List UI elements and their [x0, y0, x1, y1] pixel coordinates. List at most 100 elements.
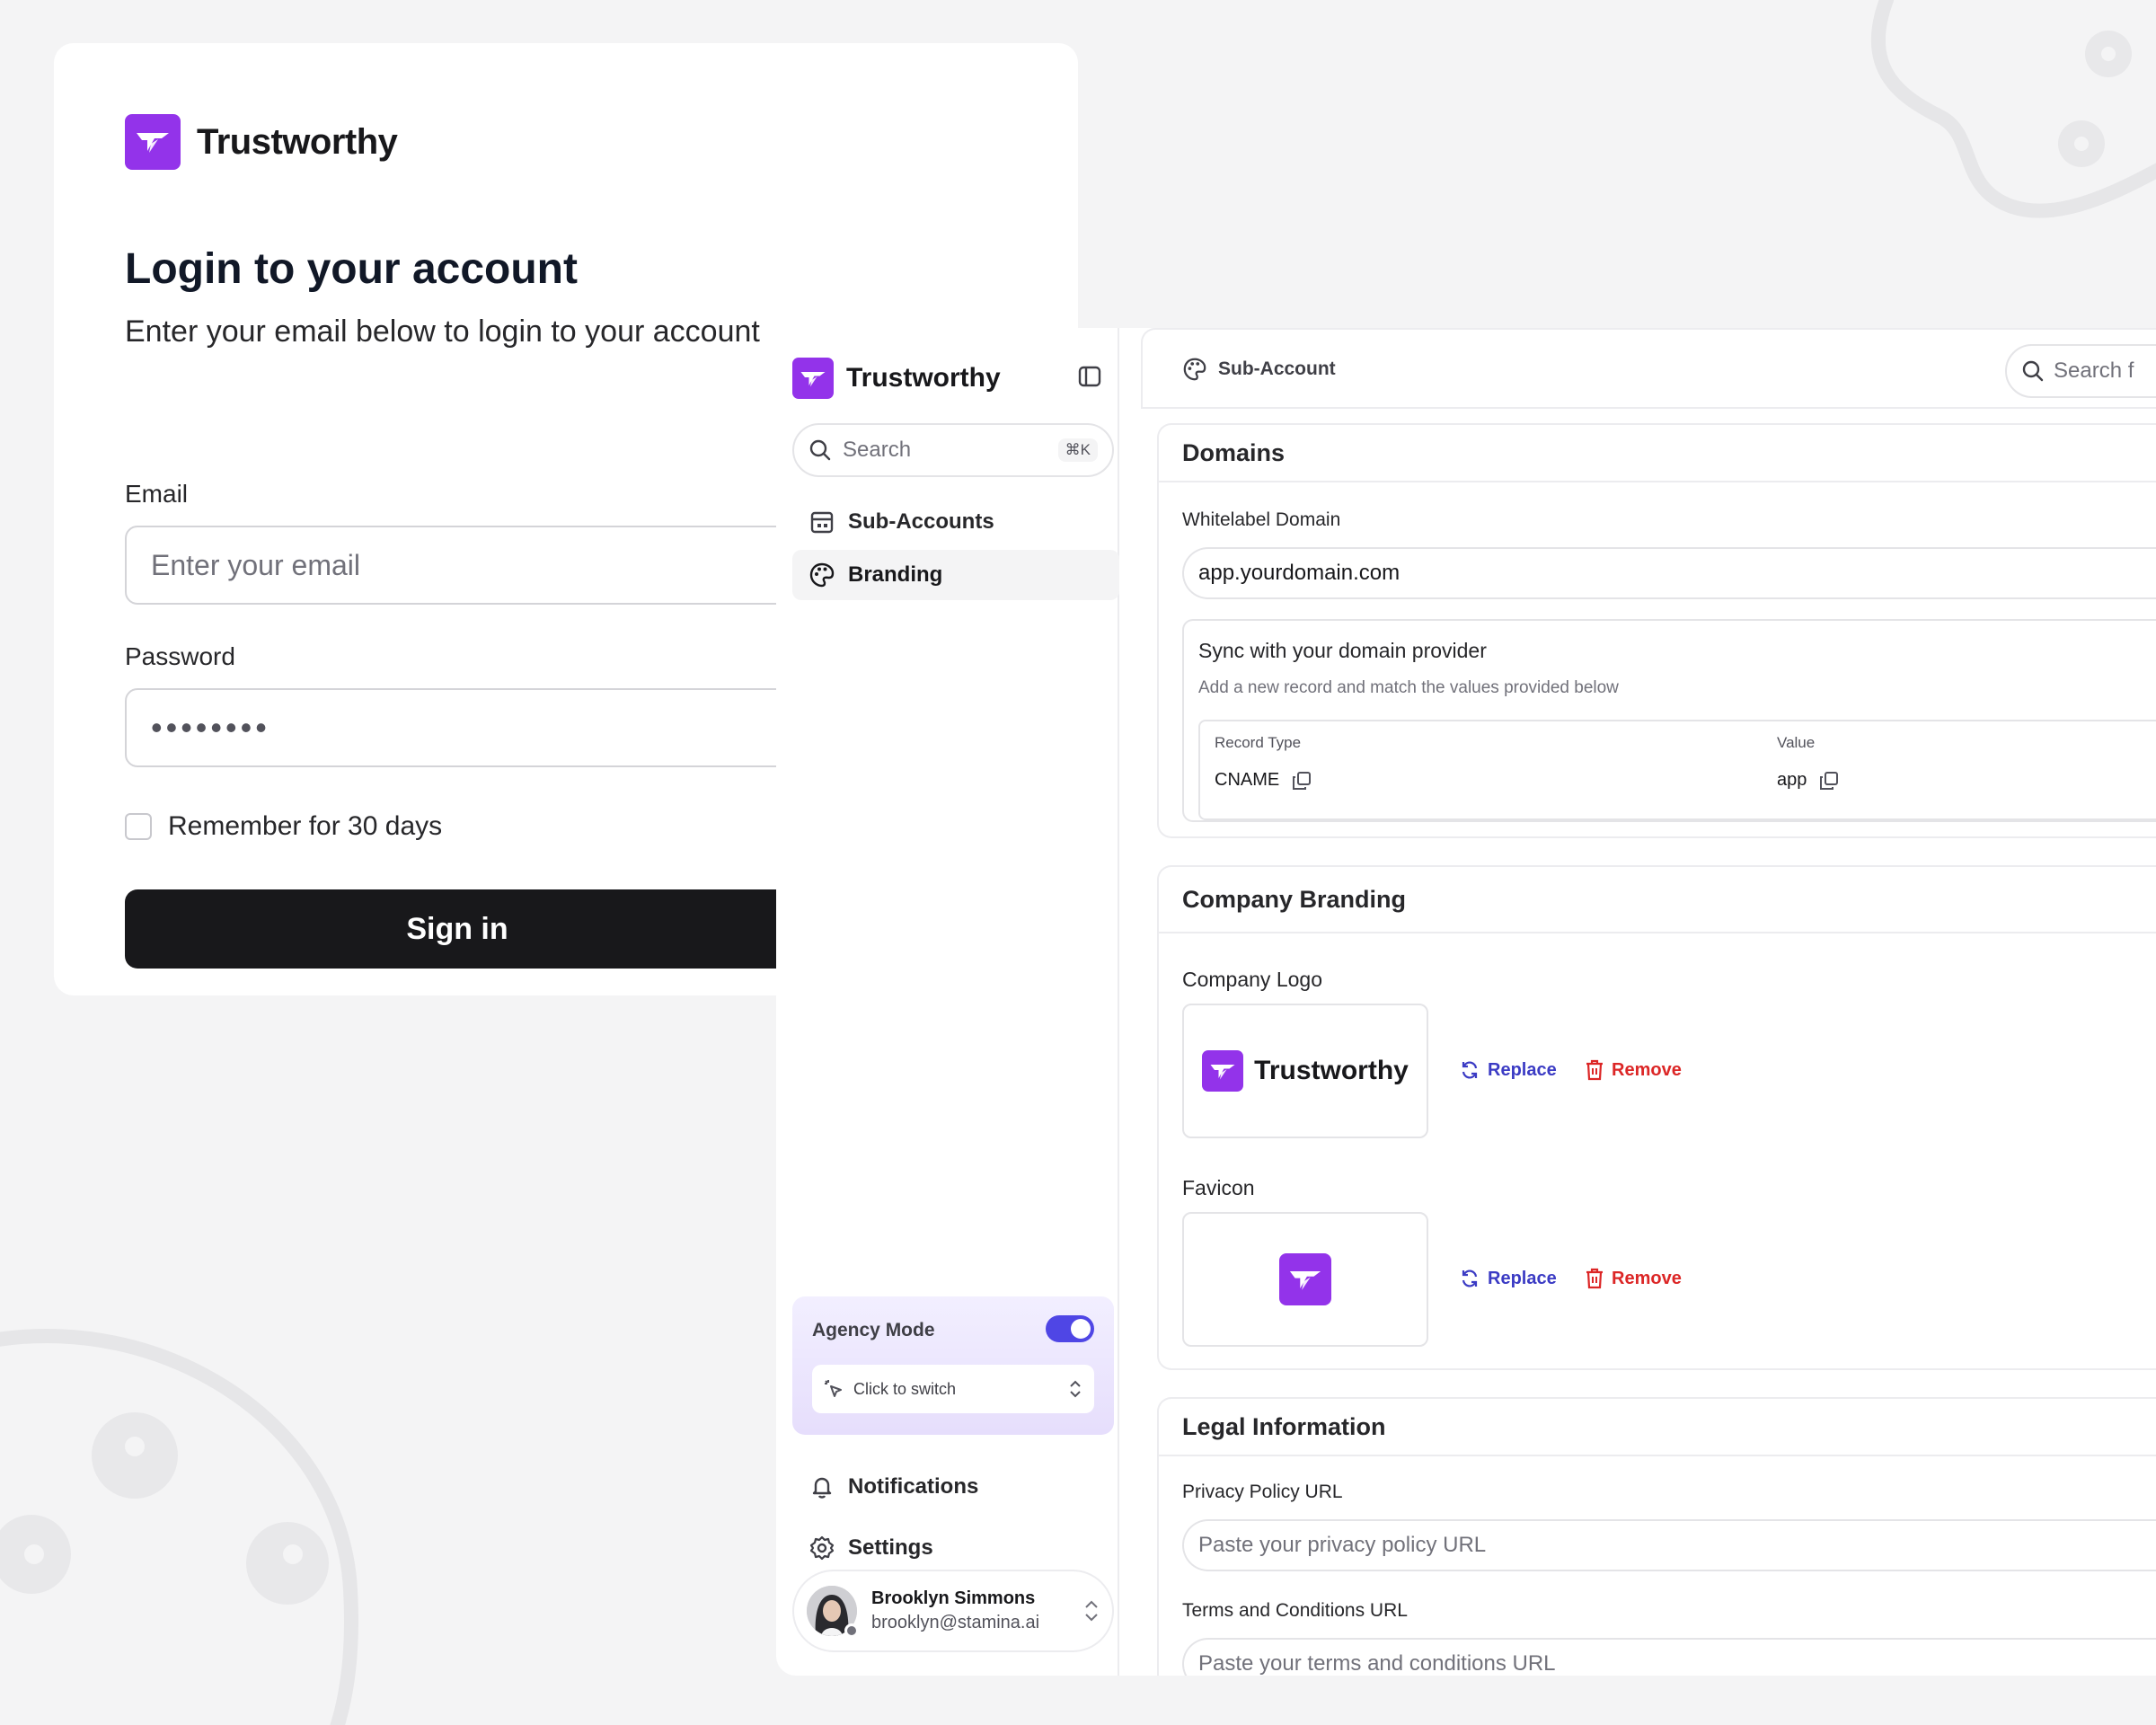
panel-header: Legal Information — [1159, 1399, 2156, 1456]
company-logo-label: Company Logo — [1182, 968, 1322, 991]
app-window: Trustworthy Search ⌘K Sub-Accounts Brand… — [776, 328, 2156, 1676]
breadcrumb-label: Sub-Account — [1218, 358, 1336, 379]
user-email: brooklyn@stamina.ai — [871, 1613, 1040, 1632]
sync-description: Add a new record and match the values pr… — [1198, 678, 1619, 697]
remove-label: Remove — [1612, 1059, 1682, 1080]
building-icon — [810, 511, 834, 534]
record-value-cell: app — [1777, 770, 1839, 791]
main-content: Sub-Account Search f Domains Whitelabel … — [1141, 328, 2156, 1676]
replace-label: Replace — [1488, 1268, 1557, 1288]
record-type-cell: CNAME — [1215, 770, 1312, 791]
sidebar-search-placeholder: Search — [843, 438, 912, 462]
search-icon — [809, 439, 831, 461]
chevron-up-down-icon — [1085, 1600, 1098, 1622]
palette-icon — [1183, 358, 1206, 381]
avatar — [807, 1586, 859, 1638]
sidebar-item-label: Branding — [848, 562, 943, 587]
remove-logo-button[interactable]: Remove — [1585, 1059, 1682, 1081]
sync-provider-box: Sync with your domain provider Add a new… — [1182, 619, 2156, 822]
trash-icon — [1586, 1059, 1603, 1081]
trash-icon — [1586, 1268, 1603, 1289]
search-shortcut-badge: ⌘K — [1057, 438, 1098, 462]
user-profile-card[interactable]: Brooklyn Simmons brooklyn@stamina.ai — [792, 1570, 1114, 1652]
privacy-policy-input[interactable]: Paste your privacy policy URL — [1182, 1519, 2156, 1571]
record-type-header: Record Type — [1215, 734, 1302, 751]
chevron-up-down-icon — [1070, 1380, 1081, 1398]
replace-logo-button[interactable]: Replace — [1459, 1059, 1557, 1081]
sidebar-item-label: Settings — [848, 1535, 933, 1560]
palette-icon — [809, 562, 835, 588]
terms-input[interactable]: Paste your terms and conditions URL — [1182, 1638, 2156, 1676]
favicon-preview — [1182, 1212, 1428, 1347]
sidebar-brand-name: Trustworthy — [846, 363, 1001, 393]
password-label: Password — [125, 642, 235, 670]
account-switcher-label: Click to switch — [853, 1379, 957, 1398]
sidebar-item-settings[interactable]: Settings — [792, 1523, 1114, 1573]
company-branding-panel: Company Branding Company Logo Trustworth… — [1157, 865, 2156, 1370]
agency-mode-toggle[interactable] — [1046, 1315, 1094, 1342]
login-title: Login to your account — [125, 245, 578, 293]
dns-record-table: Record Type Value CNAME app — [1198, 720, 2156, 820]
privacy-policy-label: Privacy Policy URL — [1182, 1482, 1343, 1502]
login-subtitle: Enter your email below to login to your … — [125, 314, 760, 349]
gear-icon — [809, 1535, 835, 1561]
legal-title: Legal Information — [1182, 1412, 1386, 1440]
sidebar-item-label: Sub-Accounts — [848, 509, 994, 534]
terms-label: Terms and Conditions URL — [1182, 1600, 1408, 1621]
value-header: Value — [1777, 734, 1816, 751]
company-logo-text: Trustworthy — [1254, 1056, 1409, 1085]
brand-logo-icon — [125, 114, 181, 170]
cursor-click-icon — [825, 1380, 842, 1397]
replace-label: Replace — [1488, 1059, 1557, 1080]
remember-checkbox[interactable] — [125, 813, 152, 840]
company-branding-title: Company Branding — [1182, 885, 1407, 913]
copy-icon[interactable] — [1292, 771, 1312, 791]
toggle-knob — [1071, 1319, 1091, 1339]
remove-label: Remove — [1612, 1268, 1682, 1288]
record-value: app — [1777, 770, 1807, 790]
decorative-cookie-top-right — [1870, 0, 2156, 218]
brand-logo-icon — [1202, 1050, 1244, 1092]
panel-header: Company Branding — [1159, 867, 2156, 933]
account-switcher[interactable]: Click to switch — [812, 1365, 1094, 1413]
brand-logo-icon — [792, 358, 834, 399]
remember-label: Remember for 30 days — [168, 811, 443, 841]
sidebar-brand: Trustworthy — [792, 358, 1001, 399]
sidebar-search-input[interactable]: Search ⌘K — [792, 423, 1114, 477]
login-brand: Trustworthy — [125, 114, 398, 170]
company-logo-preview: Trustworthy — [1182, 1004, 1428, 1138]
top-search-placeholder: Search f — [2054, 358, 2134, 383]
top-search-input[interactable]: Search f — [2005, 344, 2156, 398]
favicon-label: Favicon — [1182, 1176, 1255, 1199]
agency-mode-label: Agency Mode — [812, 1320, 935, 1340]
company-logo-image: Trustworthy — [1202, 1050, 1409, 1092]
whitelabel-label: Whitelabel Domain — [1182, 509, 1341, 530]
top-bar: Sub-Account Search f — [1141, 328, 2156, 409]
panel-header: Domains — [1159, 425, 2156, 482]
bell-icon — [812, 1477, 832, 1499]
sidebar-item-notifications[interactable]: Notifications — [792, 1462, 1114, 1512]
agency-mode-card: Agency Mode Click to switch — [792, 1296, 1114, 1435]
search-icon — [2022, 360, 2044, 382]
remember-row: Remember for 30 days — [125, 811, 442, 842]
refresh-icon — [1462, 1061, 1478, 1079]
sidebar-item-branding[interactable]: Branding — [792, 550, 1119, 600]
favicon-image-icon — [1279, 1253, 1331, 1305]
domains-panel: Domains Whitelabel Domain app.yourdomain… — [1157, 423, 2156, 838]
sidebar-item-sub-accounts[interactable]: Sub-Accounts — [792, 497, 1119, 547]
sync-title: Sync with your domain provider — [1198, 639, 1487, 662]
breadcrumb: Sub-Account — [1182, 357, 1336, 382]
whitelabel-domain-input[interactable]: app.yourdomain.com — [1182, 547, 2156, 599]
legal-information-panel: Legal Information Privacy Policy URL Pas… — [1157, 1397, 2156, 1676]
user-info: Brooklyn Simmons brooklyn@stamina.ai — [871, 1588, 1083, 1633]
sidebar-collapse-icon[interactable] — [1078, 366, 1101, 387]
replace-favicon-button[interactable]: Replace — [1459, 1268, 1557, 1289]
remove-favicon-button[interactable]: Remove — [1585, 1268, 1682, 1289]
copy-icon[interactable] — [1819, 771, 1839, 791]
domains-title: Domains — [1182, 438, 1286, 466]
user-name: Brooklyn Simmons — [871, 1588, 1036, 1608]
refresh-icon — [1462, 1269, 1478, 1287]
brand-name: Trustworthy — [197, 121, 398, 162]
sidebar-item-label: Notifications — [848, 1474, 979, 1499]
email-label: Email — [125, 480, 189, 508]
